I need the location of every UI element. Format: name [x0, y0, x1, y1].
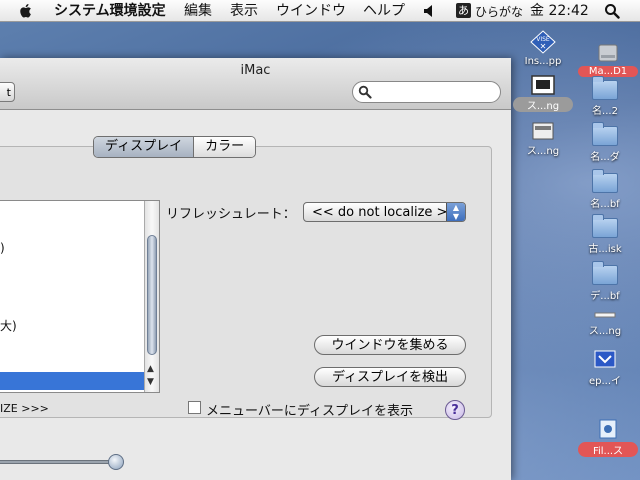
resolution-list[interactable]: ) 大) ▲ ▼ [0, 200, 160, 393]
show-all-button[interactable]: t [0, 82, 15, 102]
list-item-selected[interactable] [0, 372, 144, 390]
desktop-icon-folder[interactable]: 名...ダ [575, 122, 635, 163]
screenshot-icon [531, 75, 555, 95]
screenshot-icon [532, 122, 554, 140]
desktop-icon-disk[interactable]: Ma...D1 [578, 42, 638, 77]
desktop-icon-label: デ...bf [590, 291, 620, 302]
desktop-icon-label: ス...ng [513, 97, 573, 112]
list-scrollbar[interactable]: ▲ ▼ [144, 201, 159, 392]
folder-icon [592, 261, 618, 285]
list-item[interactable]: ) [0, 241, 5, 255]
desktop-icon-label: Fil...ス [578, 442, 638, 457]
desktop-icon-folder[interactable]: デ...bf [575, 261, 635, 302]
search-field[interactable] [352, 81, 501, 103]
refresh-rate-value: << do not localize > [312, 205, 448, 220]
window-title: iMac [240, 63, 271, 78]
desktop-icon-label: 名...ダ [590, 152, 620, 163]
search-input[interactable] [375, 84, 497, 102]
menu-clock[interactable]: 金 22:42 [530, 2, 589, 20]
refresh-rate-popup[interactable]: << do not localize > ▲ ▼ [303, 202, 466, 222]
desktop-icon-label: ス...ng [588, 326, 622, 337]
show-displays-in-menubar-checkbox[interactable] [188, 401, 201, 414]
input-method-icon[interactable]: あ [456, 3, 471, 18]
show-displays-in-menubar-label: メニューバーにディスプレイを表示 [206, 404, 413, 419]
tab-display[interactable]: ディスプレイ [94, 137, 195, 157]
tab-color[interactable]: カラー [194, 137, 256, 157]
desktop-icon-label: Ins...pp [524, 56, 562, 67]
scroll-up-arrow-icon[interactable]: ▲ [147, 364, 154, 374]
desktop-icon-folder[interactable]: 名...2 [575, 76, 635, 117]
desktop-icon-label: 古...isk [588, 244, 622, 255]
scroll-thumb[interactable] [147, 235, 157, 355]
desktop-icon-folder[interactable]: 古...isk [575, 214, 635, 255]
slider-track[interactable] [0, 460, 117, 464]
tab-bar: ディスプレイ カラー [93, 136, 257, 158]
volume-icon[interactable] [424, 5, 434, 17]
desktop-icon-label: ス...ng [526, 146, 560, 157]
svg-text:✕: ✕ [540, 42, 547, 51]
file-icon [599, 419, 617, 439]
menu-view[interactable]: 表示 [230, 2, 258, 20]
popup-arrows-icon: ▲ ▼ [446, 203, 465, 221]
desktop-icon-label: 名...bf [590, 199, 620, 210]
truncated-label: IZE >>> [0, 402, 49, 415]
vise-installer-icon: VISE ✕ [530, 30, 556, 54]
slider-knob[interactable] [108, 454, 124, 470]
desktop-icon-label: Ma...D1 [578, 66, 638, 77]
desktop-icon-installer[interactable]: VISE ✕ Ins...pp [513, 30, 573, 67]
folder-icon [592, 122, 618, 146]
search-icon [358, 85, 372, 99]
hard-disk-icon [598, 44, 618, 62]
menubar: システム環境設定 編集 表示 ウインドウ ヘルプ あ ひらがな 金 22:42 [0, 0, 640, 22]
menu-window[interactable]: ウインドウ [276, 2, 346, 20]
application-icon [594, 350, 616, 368]
list-item[interactable]: 大) [0, 317, 17, 334]
input-mode-label[interactable]: ひらがな [475, 3, 523, 21]
apple-menu-icon[interactable] [19, 3, 34, 19]
desktop-icon-label: 名...2 [592, 106, 618, 117]
detect-displays-button[interactable]: ディスプレイを検出 [314, 367, 466, 387]
desktop-icon-screenshot[interactable]: ス...ng [575, 310, 635, 337]
folder-icon [592, 76, 618, 100]
desktop-icon-application[interactable]: ep...イ [575, 350, 635, 387]
preferences-window: iMac t ディスプレイ カラー ) 大) ▲ ▼ リフレッシュレート： <<… [0, 58, 511, 480]
desktop-icon-screenshot[interactable]: ス...ng [513, 75, 573, 112]
menu-edit[interactable]: 編集 [184, 2, 212, 20]
spotlight-icon[interactable] [604, 3, 620, 19]
help-button[interactable]: ? [445, 400, 465, 420]
gather-windows-button[interactable]: ウインドウを集める [314, 335, 466, 355]
folder-icon [592, 169, 618, 193]
menu-help[interactable]: ヘルプ [363, 2, 405, 20]
folder-icon [592, 214, 618, 238]
desktop-icon-screenshot[interactable]: ス...ng [513, 122, 573, 157]
scroll-down-arrow-icon[interactable]: ▼ [147, 377, 154, 387]
desktop-icon-label: ep...イ [588, 376, 622, 387]
window-titlebar[interactable]: iMac t [0, 58, 511, 110]
screenshot-icon [594, 312, 616, 318]
refresh-rate-label: リフレッシュレート： [166, 207, 296, 222]
desktop-icon-folder[interactable]: 名...bf [575, 169, 635, 210]
menu-app-name[interactable]: システム環境設定 [54, 2, 166, 20]
desktop-icon-file[interactable]: Fil...ス [578, 418, 638, 457]
